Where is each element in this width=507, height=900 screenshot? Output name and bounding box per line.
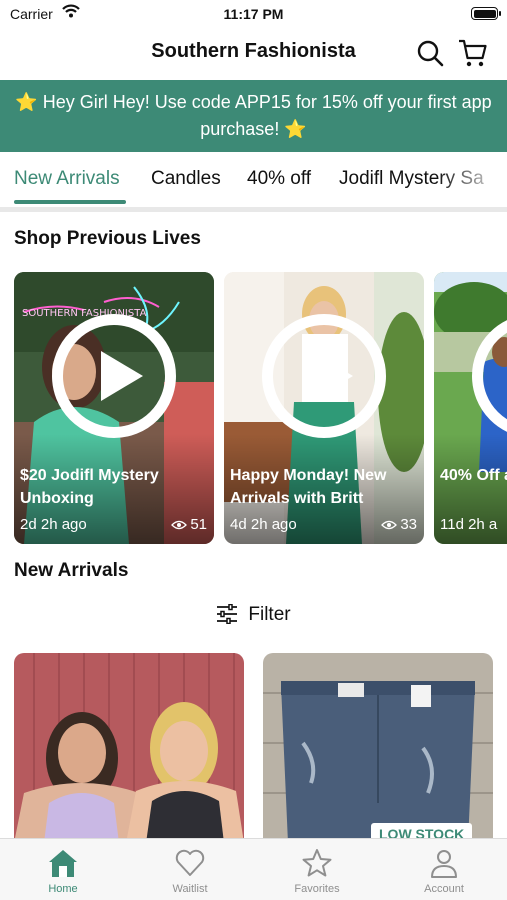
nav-waitlist[interactable]: Waitlist — [127, 847, 253, 895]
eye-icon — [381, 520, 398, 530]
home-icon — [49, 850, 77, 877]
tab-candles[interactable]: Candles — [151, 168, 221, 190]
nav-home-label: Home — [48, 883, 78, 895]
filter-button[interactable]: Filter — [0, 604, 507, 626]
status-bar: Carrier 11:17 PM — [0, 0, 507, 28]
live-card[interactable]: SOUTHERN FASHIONISTA $20 Jodifl Mystery … — [14, 272, 214, 544]
product-image — [263, 653, 493, 843]
live-time: 11d 2h a — [440, 516, 498, 533]
product-card[interactable] — [14, 653, 244, 843]
live-card[interactable]: Happy Monday! New Arrivals with Britt 4d… — [224, 272, 424, 544]
tab-new-arrivals[interactable]: New Arrivals — [14, 168, 120, 190]
new-arrivals-heading: New Arrivals — [14, 560, 129, 581]
product-card[interactable]: LOW STOCK — [263, 653, 493, 843]
tabs-divider — [0, 207, 507, 212]
cart-icon[interactable] — [457, 37, 489, 69]
live-card[interactable]: 40% Off and NEW 11d 2h a — [434, 272, 507, 544]
search-icon[interactable] — [414, 37, 446, 69]
views-count: 51 — [190, 516, 207, 533]
nav-account-label: Account — [424, 883, 464, 895]
category-tabs: New Arrivals Candles 40% off Jodifl Myst… — [0, 152, 507, 207]
product-image — [14, 653, 244, 843]
live-title: 40% Off and NEW — [440, 467, 507, 484]
previous-lives-carousel[interactable]: SOUTHERN FASHIONISTA $20 Jodifl Mystery … — [0, 272, 507, 544]
account-icon — [431, 850, 457, 878]
app-header: Southern Fashionista — [0, 28, 507, 78]
nav-account[interactable]: Account — [381, 847, 507, 895]
heart-icon — [175, 849, 205, 876]
promo-banner[interactable]: ⭐ Hey Girl Hey! Use code APP15 for 15% o… — [0, 80, 507, 152]
active-tab-indicator — [14, 200, 126, 204]
play-icon — [262, 314, 386, 438]
live-title: $20 Jodifl Mystery Unboxing — [20, 467, 159, 507]
eye-icon — [171, 520, 188, 530]
battery-icon — [471, 7, 501, 20]
nav-favorites-label: Favorites — [294, 883, 340, 895]
tabs-fade — [437, 152, 507, 207]
live-views: 51 — [171, 516, 207, 533]
filter-label: Filter — [248, 604, 291, 625]
nav-favorites[interactable]: Favorites — [254, 847, 380, 895]
previous-lives-heading: Shop Previous Lives — [14, 228, 201, 249]
bottom-nav: Home Waitlist Favorites Account — [0, 838, 507, 900]
live-title: Happy Monday! New Arrivals with Britt — [230, 467, 387, 507]
filter-sliders-icon — [217, 604, 238, 624]
live-time: 2d 2h ago — [20, 516, 87, 533]
views-count: 33 — [400, 516, 417, 533]
star-icon — [302, 849, 332, 877]
play-icon — [52, 314, 176, 438]
promo-text: ⭐ Hey Girl Hey! Use code APP15 for 15% o… — [15, 92, 492, 139]
live-views: 33 — [381, 516, 417, 533]
tab-40-off[interactable]: 40% off — [247, 168, 311, 190]
nav-waitlist-label: Waitlist — [172, 883, 208, 895]
live-time: 4d 2h ago — [230, 516, 297, 533]
nav-home[interactable]: Home — [0, 847, 126, 895]
clock: 11:17 PM — [223, 6, 284, 22]
